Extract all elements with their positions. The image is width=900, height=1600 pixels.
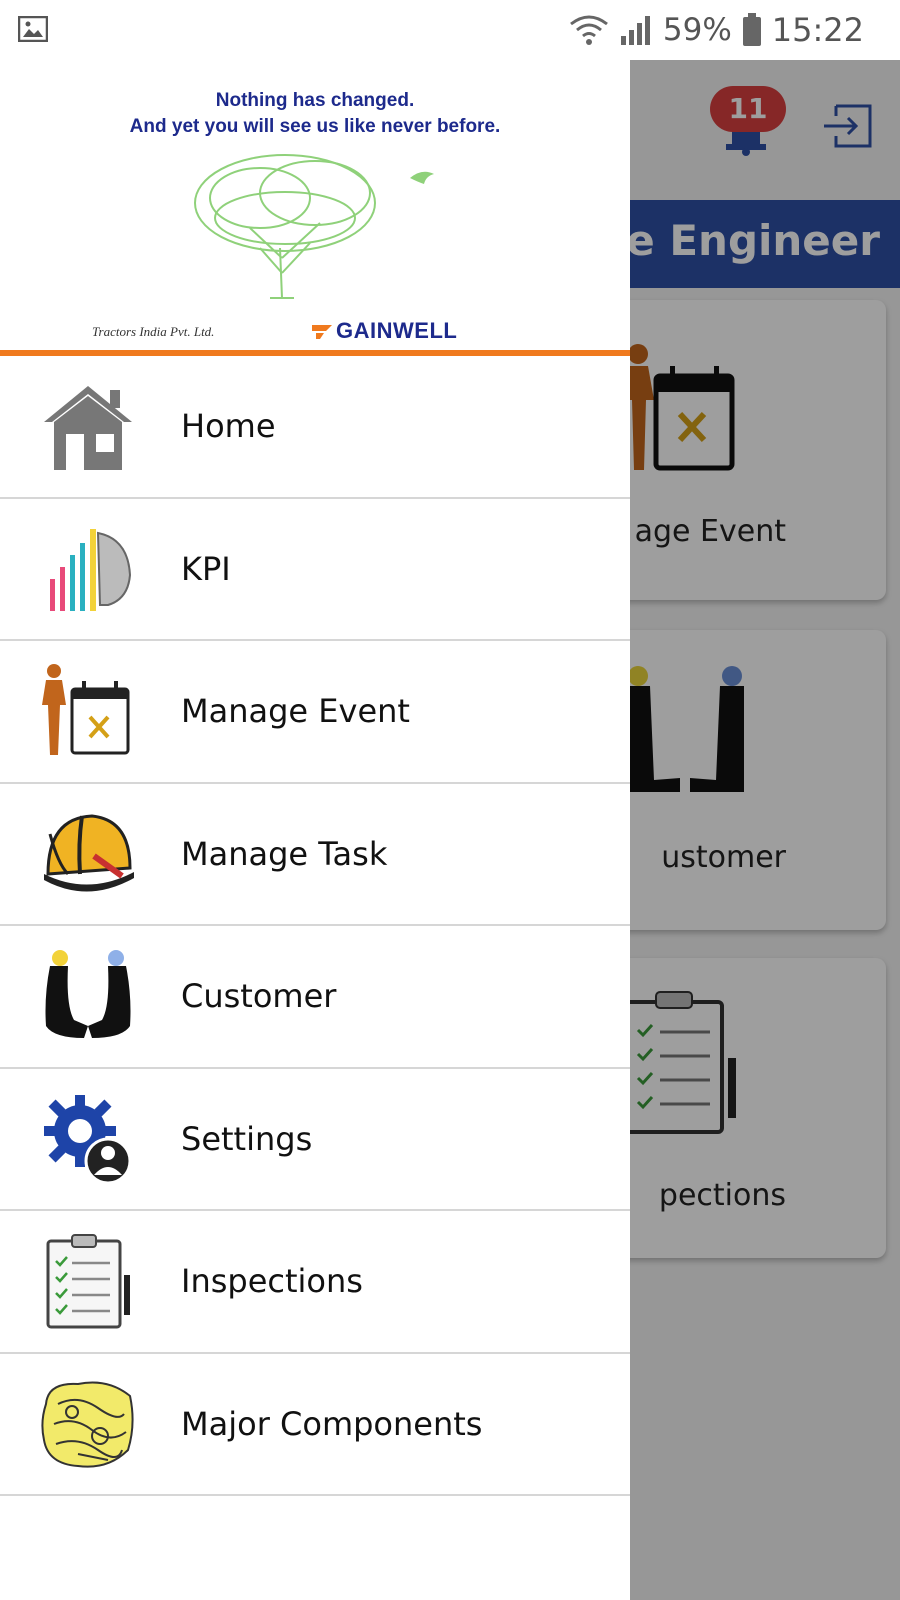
image-icon — [18, 16, 48, 42]
handshake-icon — [38, 946, 138, 1046]
signal-icon — [620, 16, 650, 45]
tree-illustration — [194, 154, 434, 299]
brand-name: GAINWELL — [336, 318, 458, 343]
banner-tagline-line1: Nothing has changed. — [215, 90, 415, 111]
menu-item-customer[interactable]: Customer — [0, 926, 630, 1069]
battery-percent: 59% — [662, 12, 732, 48]
menu-item-manage-task[interactable]: Manage Task — [0, 784, 630, 926]
menu-item-label: KPI — [181, 549, 231, 588]
menu-item-label: Settings — [181, 1119, 313, 1158]
menu-item-label: Home — [181, 407, 276, 446]
hard-hat-icon — [38, 804, 138, 904]
menu-item-home[interactable]: Home — [0, 356, 630, 499]
banner-tagline-line2: And yet you will see us like never befor… — [129, 116, 501, 137]
gainwell-logo-mark — [312, 325, 332, 339]
menu-item-label: Manage Task — [181, 834, 388, 873]
status-bar: 59% 15:22 — [0, 0, 900, 60]
menu-item-label: Customer — [181, 977, 337, 1016]
kpi-chart-icon — [38, 519, 138, 619]
settings-user-icon — [38, 1089, 138, 1189]
menu-item-label: Major Components — [181, 1404, 483, 1443]
wifi-icon — [569, 15, 608, 45]
status-indicators: 59% 15:22 — [569, 10, 864, 50]
manage-event-icon — [38, 661, 138, 761]
menu-item-kpi[interactable]: KPI — [0, 499, 630, 641]
menu-item-major-components[interactable]: Major Components — [0, 1354, 630, 1496]
menu-item-settings[interactable]: Settings — [0, 1069, 630, 1211]
navigation-drawer: Nothing has changed. And yet you will se… — [0, 60, 630, 1600]
component-icon — [38, 1374, 138, 1474]
drawer-header-banner: Nothing has changed. And yet you will se… — [0, 60, 630, 356]
menu-item-inspections[interactable]: Inspections — [0, 1211, 630, 1354]
menu-item-manage-event[interactable]: Manage Event — [0, 641, 630, 784]
home-icon — [38, 376, 138, 476]
battery-icon — [742, 13, 761, 46]
company-name: Tractors India Pvt. Ltd. — [92, 324, 215, 339]
menu-item-label: Inspections — [181, 1262, 363, 1301]
menu-item-label: Manage Event — [181, 692, 410, 731]
drawer-menu: Home KPI Manage Event Manage Task Custom… — [0, 356, 630, 1496]
clipboard-icon — [38, 1231, 138, 1331]
clock: 15:22 — [771, 11, 864, 49]
